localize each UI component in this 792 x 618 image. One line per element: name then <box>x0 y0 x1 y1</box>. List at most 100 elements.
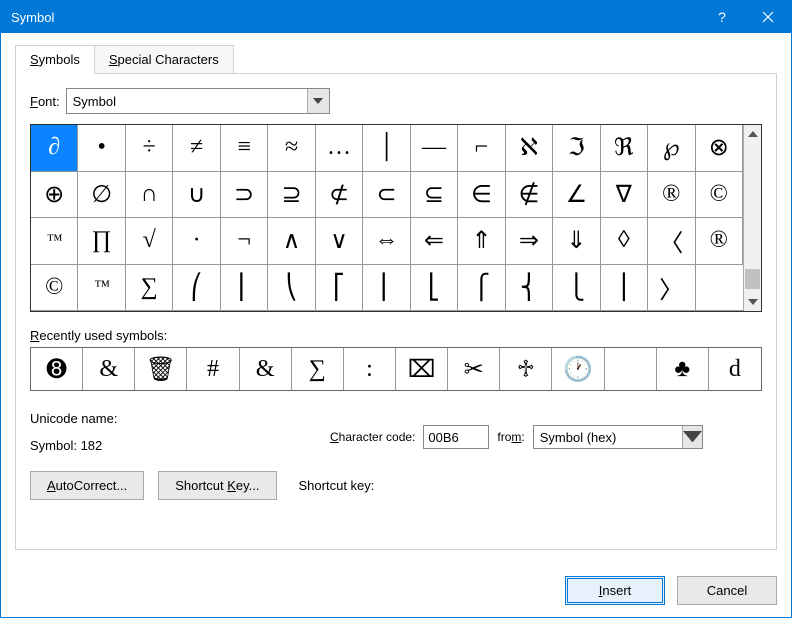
symbol-cell[interactable]: ∨ <box>316 218 363 265</box>
recent-symbol-cell[interactable]: 🕐 <box>552 348 604 390</box>
autocorrect-button[interactable]: AutoCorrect... <box>30 471 144 500</box>
symbol-cell[interactable]: ∉ <box>506 172 553 219</box>
symbol-cell[interactable]: ∑ <box>126 265 173 312</box>
symbol-cell[interactable]: ≈ <box>268 125 315 172</box>
shortcut-key-button[interactable]: Shortcut Key... <box>158 471 276 500</box>
symbol-cell[interactable]: │ <box>363 125 410 172</box>
symbol-cell[interactable]: ⎡ <box>316 265 363 312</box>
recent-symbol-cell[interactable]: d <box>709 348 761 390</box>
recent-symbol-cell[interactable] <box>605 348 657 390</box>
symbol-cell[interactable]: ℵ <box>506 125 553 172</box>
scroll-up-button[interactable] <box>744 125 761 143</box>
from-dropdown-button[interactable] <box>682 426 702 448</box>
symbol-cell[interactable]: • <box>78 125 125 172</box>
symbol-cell[interactable]: © <box>31 265 78 312</box>
symbol-cell[interactable]: ⎣ <box>411 265 458 312</box>
symbol-cell[interactable]: ⇒ <box>506 218 553 265</box>
symbol-cell[interactable]: ∇ <box>601 172 648 219</box>
recent-symbol-cell[interactable]: 🗑 <box>135 348 187 390</box>
symbol-cell[interactable]: … <box>316 125 363 172</box>
symbol-cell[interactable]: ∠ <box>553 172 600 219</box>
recent-symbol-cell[interactable]: ⌧ <box>396 348 448 390</box>
symbol-cell[interactable]: ⊕ <box>31 172 78 219</box>
symbol-cell[interactable]: ∂ <box>31 125 78 172</box>
symbol-cell[interactable]: ⎩ <box>553 265 600 312</box>
recent-symbol-cell[interactable]: & <box>83 348 135 390</box>
symbol-dialog: Symbol ? Symbols Special Characters Font… <box>0 0 792 618</box>
symbol-cell[interactable]: ™ <box>31 218 78 265</box>
recent-symbol-cell[interactable]: ∑ <box>292 348 344 390</box>
symbol-cell[interactable]: ∈ <box>458 172 505 219</box>
symbol-grid[interactable]: ∂•÷≠≡≈…│―⌐ℵℑℜ℘⊗⊕∅∩∪⊃⊇⊄⊂⊆∈∉∠∇®©™∏√·¬∧∨⇔⇐⇑… <box>31 125 743 311</box>
symbol-cell[interactable]: ∏ <box>78 218 125 265</box>
symbol-cell[interactable] <box>696 265 743 312</box>
cancel-button[interactable]: Cancel <box>677 576 777 605</box>
symbol-cell[interactable]: ℘ <box>648 125 695 172</box>
font-combo[interactable] <box>66 88 330 114</box>
symbol-cell[interactable]: ⊇ <box>268 172 315 219</box>
symbol-cell[interactable]: ⌐ <box>458 125 505 172</box>
recent-symbol-cell[interactable]: ♱ <box>500 348 552 390</box>
close-button[interactable] <box>745 1 791 33</box>
symbol-cell[interactable]: √ <box>126 218 173 265</box>
symbol-cell[interactable]: ÷ <box>126 125 173 172</box>
symbol-cell[interactable]: ⊂ <box>363 172 410 219</box>
symbol-cell[interactable]: ™ <box>78 265 125 312</box>
scroll-down-button[interactable] <box>744 293 761 311</box>
symbol-cell[interactable]: ⇔ <box>363 218 410 265</box>
symbol-cell[interactable]: ∩ <box>126 172 173 219</box>
symbol-cell[interactable]: © <box>696 172 743 219</box>
symbol-cell[interactable]: 〉 <box>648 265 695 312</box>
symbol-cell[interactable]: ∧ <box>268 218 315 265</box>
recent-symbol-cell[interactable]: ➑ <box>31 348 83 390</box>
symbol-cell[interactable]: ⎛ <box>173 265 220 312</box>
recent-symbol-cell[interactable]: # <box>187 348 239 390</box>
scroll-track[interactable] <box>744 143 761 293</box>
symbol-cell[interactable]: ≡ <box>221 125 268 172</box>
symbol-cell[interactable]: ⇓ <box>553 218 600 265</box>
symbol-cell[interactable]: ⊃ <box>221 172 268 219</box>
symbol-cell[interactable]: ≠ <box>173 125 220 172</box>
shortcut-key-label: Shortcut key: <box>299 478 375 493</box>
recent-symbol-cell[interactable]: ♣ <box>657 348 709 390</box>
tab-symbols[interactable]: Symbols <box>15 45 95 74</box>
symbol-cell[interactable]: ® <box>648 172 695 219</box>
recent-symbol-cell[interactable]: : <box>344 348 396 390</box>
symbol-cell[interactable]: ⊄ <box>316 172 363 219</box>
tab-special-characters[interactable]: Special Characters <box>95 45 234 74</box>
symbol-cell[interactable]: ⊗ <box>696 125 743 172</box>
grid-scrollbar[interactable] <box>743 125 761 311</box>
symbol-cell[interactable]: ― <box>411 125 458 172</box>
symbol-cell[interactable]: 〈 <box>648 218 695 265</box>
font-dropdown-button[interactable] <box>307 89 329 113</box>
recent-grid[interactable]: ➑&🗑#&∑:⌧✂♱🕐♣d <box>30 347 762 391</box>
dialog-footer: Insert Cancel <box>1 564 791 617</box>
symbol-cell[interactable]: ¬ <box>221 218 268 265</box>
symbol-cell[interactable]: ⎪ <box>601 265 648 312</box>
symbol-name: Symbol: 182 <box>30 438 330 453</box>
character-code-input[interactable] <box>423 425 489 449</box>
symbol-cell[interactable]: ⎝ <box>268 265 315 312</box>
symbol-cell[interactable]: ∪ <box>173 172 220 219</box>
symbol-cell[interactable]: ® <box>696 218 743 265</box>
symbol-cell[interactable]: ⊆ <box>411 172 458 219</box>
symbol-cell[interactable]: ⎜ <box>221 265 268 312</box>
symbol-cell[interactable]: ⇐ <box>411 218 458 265</box>
font-input[interactable] <box>67 89 307 113</box>
symbol-cell[interactable]: ∅ <box>78 172 125 219</box>
symbol-cell[interactable]: ◊ <box>601 218 648 265</box>
recent-symbol-cell[interactable]: & <box>240 348 292 390</box>
from-combo[interactable]: Symbol (hex) <box>533 425 703 449</box>
recent-symbol-cell[interactable]: ✂ <box>448 348 500 390</box>
tab-special-accel: S <box>109 52 118 67</box>
symbol-cell[interactable]: ⎧ <box>458 265 505 312</box>
symbol-cell[interactable]: ℑ <box>553 125 600 172</box>
symbol-cell[interactable]: · <box>173 218 220 265</box>
symbol-cell[interactable]: ⎢ <box>363 265 410 312</box>
insert-button[interactable]: Insert <box>565 576 665 605</box>
symbol-cell[interactable]: ⇑ <box>458 218 505 265</box>
help-button[interactable]: ? <box>699 1 745 33</box>
scroll-thumb[interactable] <box>745 269 760 289</box>
symbol-cell[interactable]: ℜ <box>601 125 648 172</box>
symbol-cell[interactable]: ⎨ <box>506 265 553 312</box>
